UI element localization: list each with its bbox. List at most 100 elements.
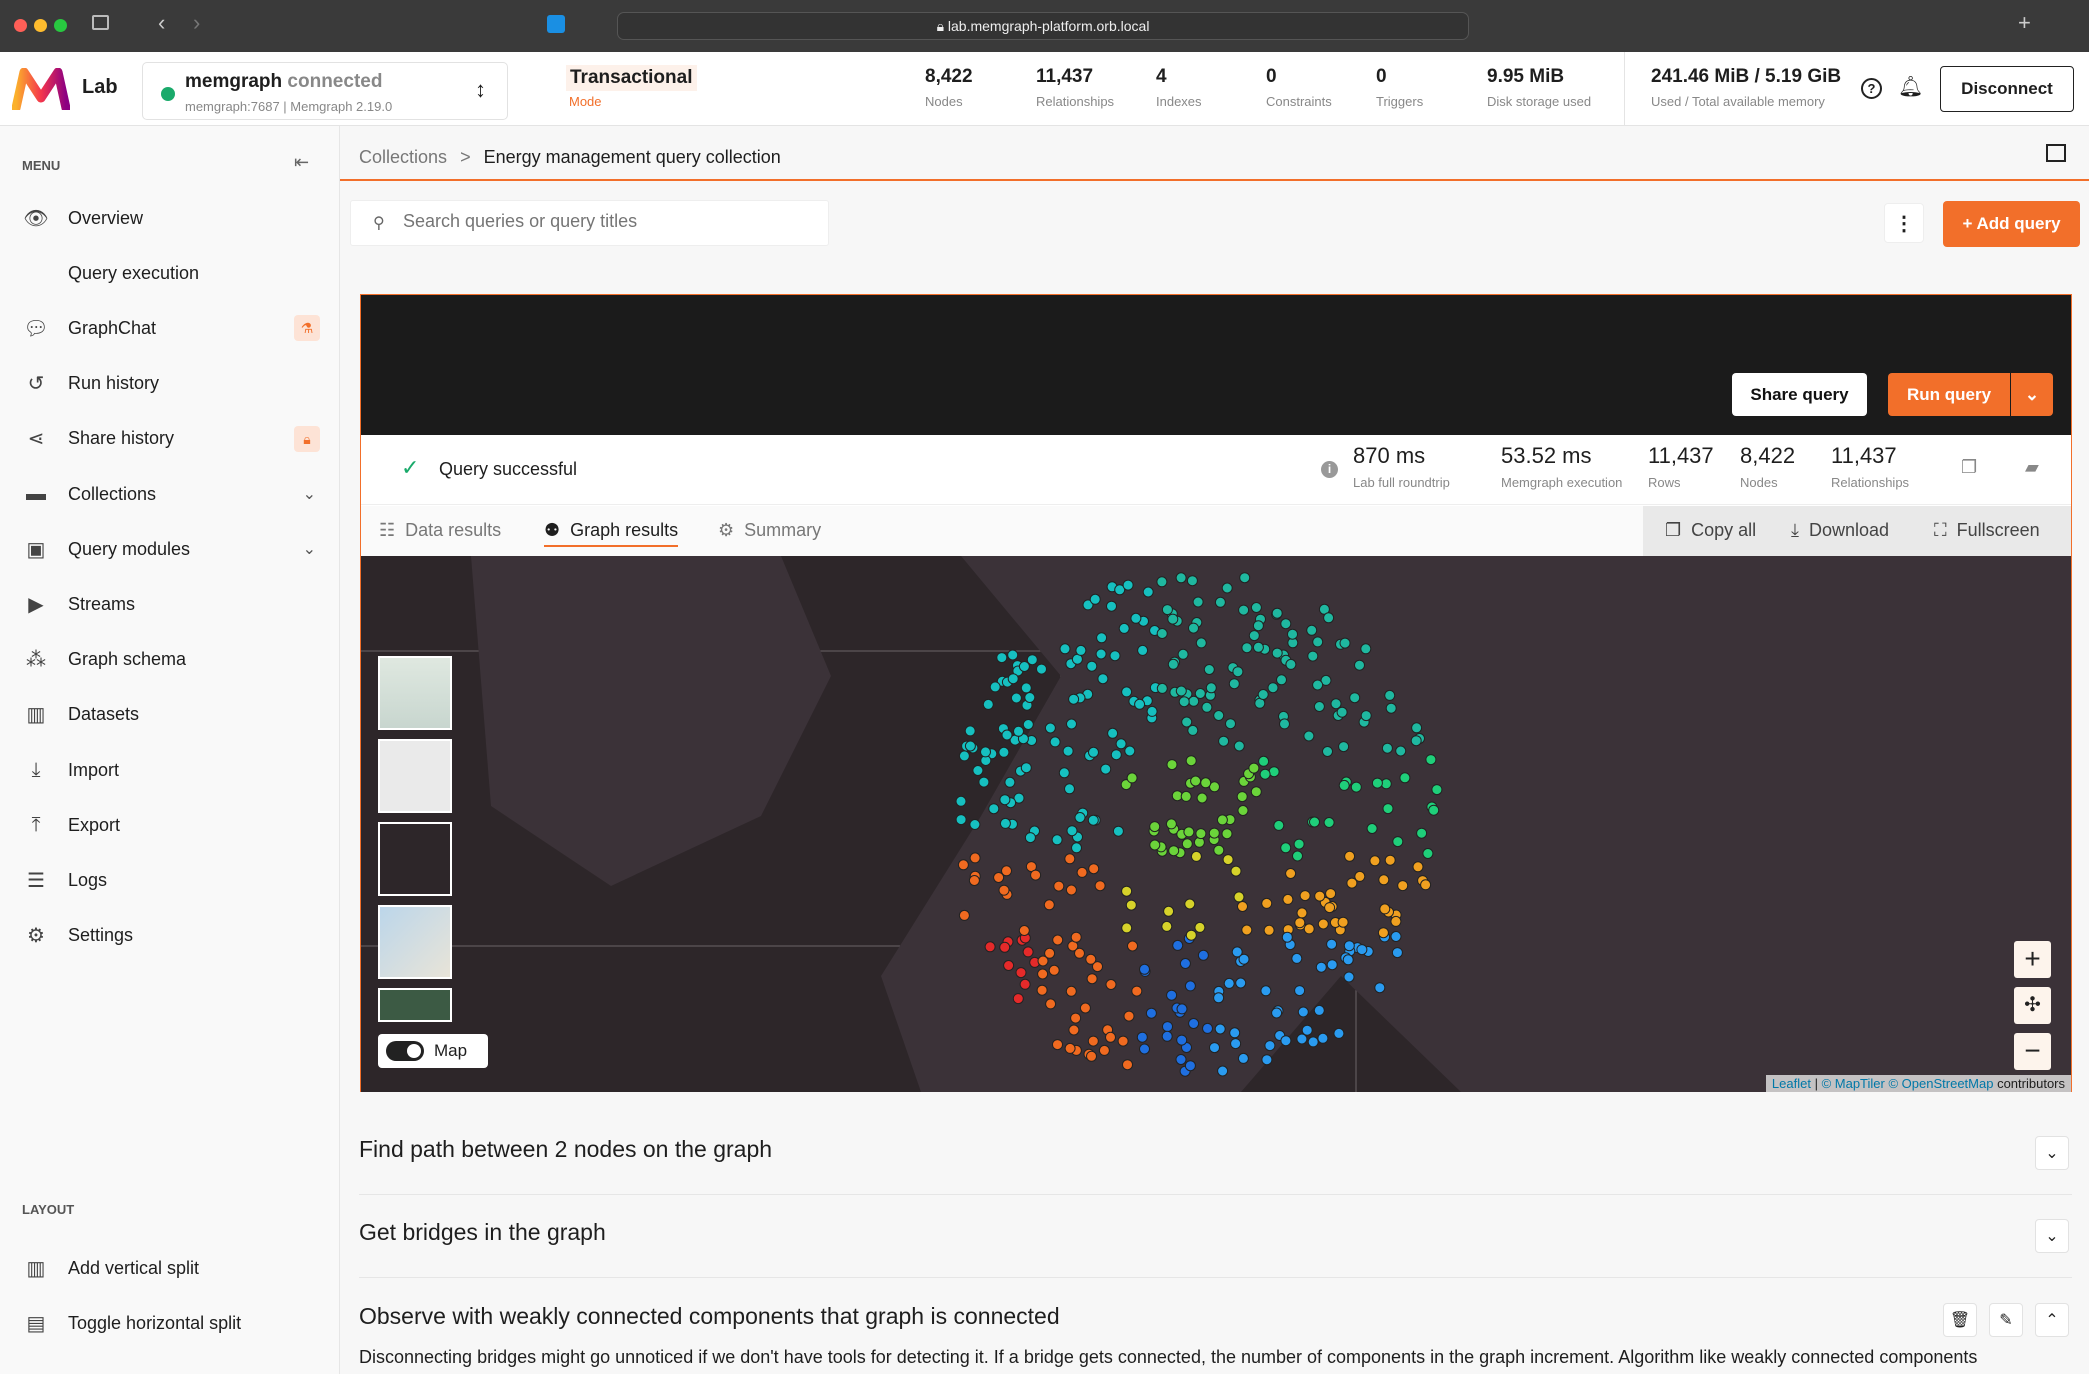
edit-icon[interactable]: ✎: [1989, 1303, 2023, 1337]
graph-map-canvas[interactable]: [361, 556, 2071, 1092]
graph-node[interactable]: [1221, 828, 1233, 840]
graph-node[interactable]: [1192, 596, 1204, 608]
graph-node[interactable]: [1307, 650, 1319, 662]
graph-node[interactable]: [1315, 961, 1327, 973]
graph-node[interactable]: [1098, 1044, 1110, 1056]
graph-node[interactable]: [1161, 920, 1173, 932]
maptiler-link[interactable]: © MapTiler: [1822, 1076, 1885, 1091]
expand-chevron-icon[interactable]: ⌄: [2035, 1136, 2069, 1170]
forward-icon[interactable]: ›: [193, 10, 200, 36]
map-toggle[interactable]: Map: [378, 1034, 488, 1068]
graph-node[interactable]: [1237, 901, 1248, 912]
breadcrumb-collections[interactable]: Collections: [359, 147, 447, 167]
graph-node[interactable]: [1209, 1042, 1220, 1054]
graph-node[interactable]: [1252, 620, 1264, 632]
graph-node[interactable]: [1156, 682, 1168, 694]
graph-node[interactable]: [1188, 1018, 1200, 1029]
graph-node[interactable]: [1323, 817, 1335, 828]
graph-node[interactable]: [1292, 850, 1303, 862]
graph-node[interactable]: [1142, 586, 1154, 598]
graph-node[interactable]: [1007, 649, 1019, 661]
graph-node[interactable]: [1301, 1024, 1313, 1036]
copy-all-button[interactable]: ❐ Copy all: [1665, 520, 1756, 541]
graph-node[interactable]: [1184, 898, 1196, 910]
graph-node[interactable]: [1131, 985, 1143, 997]
graph-node[interactable]: [1261, 1054, 1273, 1066]
graph-node[interactable]: [1390, 915, 1402, 927]
graph-node[interactable]: [1205, 682, 1217, 694]
graph-node[interactable]: [969, 852, 981, 864]
graph-node[interactable]: [1264, 1040, 1276, 1052]
graph-node[interactable]: [972, 765, 984, 776]
graph-node[interactable]: [1180, 790, 1192, 802]
graph-node[interactable]: [1324, 902, 1336, 914]
back-icon[interactable]: ‹: [158, 10, 165, 36]
sidebar-item-run-history[interactable]: ↺ Run history: [0, 361, 340, 407]
graph-node[interactable]: [998, 884, 1010, 896]
graph-node[interactable]: [964, 740, 976, 752]
graph-node[interactable]: [1371, 777, 1383, 789]
chevron-down-icon[interactable]: ⌄: [303, 539, 316, 559]
fullscreen-button[interactable]: ⛶ Fullscreen: [1934, 520, 2040, 541]
graph-node[interactable]: [1271, 647, 1283, 659]
graph-node[interactable]: [1036, 663, 1047, 675]
graph-node[interactable]: [1233, 740, 1245, 752]
graph-node[interactable]: [1297, 1006, 1309, 1018]
run-options-chevron-icon[interactable]: ⌄: [2011, 373, 2053, 416]
graph-node[interactable]: [1232, 666, 1244, 678]
graph-node[interactable]: [1112, 825, 1124, 837]
graph-node[interactable]: [964, 725, 976, 737]
graph-node[interactable]: [1230, 1038, 1242, 1050]
graph-node[interactable]: [1026, 654, 1038, 666]
graph-node[interactable]: [1201, 701, 1213, 713]
graph-node[interactable]: [1250, 786, 1262, 798]
graph-node[interactable]: [1410, 735, 1422, 747]
graph-node[interactable]: [1097, 673, 1109, 685]
tab-data-results[interactable]: ☷ Data results: [379, 520, 501, 541]
graph-node[interactable]: [1202, 1022, 1213, 1034]
map-style-thumb-dark[interactable]: [378, 822, 452, 896]
sidebar-item-overview[interactable]: 👁︎ Overview: [0, 195, 340, 241]
graph-node[interactable]: [1235, 977, 1247, 989]
graph-node[interactable]: [1238, 604, 1250, 616]
graph-node[interactable]: [1303, 923, 1315, 935]
graph-node[interactable]: [1356, 944, 1368, 956]
graph-node[interactable]: [1338, 741, 1350, 753]
extension-icon[interactable]: [547, 15, 565, 33]
graph-node[interactable]: [1018, 925, 1030, 936]
graph-node[interactable]: [1422, 848, 1434, 859]
graph-node[interactable]: [1339, 637, 1351, 649]
graph-node[interactable]: [1326, 938, 1338, 950]
graph-node[interactable]: [998, 746, 1010, 758]
graph-node[interactable]: [1296, 1033, 1308, 1045]
graph-node[interactable]: [1317, 918, 1329, 930]
graph-node[interactable]: [1238, 953, 1250, 965]
graph-node[interactable]: [1185, 755, 1197, 767]
graph-node[interactable]: [1369, 855, 1381, 867]
graph-node[interactable]: [1197, 949, 1209, 961]
graph-node[interactable]: [1384, 689, 1396, 701]
graph-node[interactable]: [1354, 659, 1365, 671]
graph-node[interactable]: [1333, 1027, 1345, 1039]
graph-node[interactable]: [1059, 643, 1071, 655]
graph-node[interactable]: [1024, 692, 1036, 703]
graph-node[interactable]: [1075, 644, 1087, 656]
graph-node[interactable]: [1294, 917, 1306, 929]
graph-node[interactable]: [1377, 927, 1389, 939]
graph-node[interactable]: [1312, 679, 1324, 691]
graph-node[interactable]: [1268, 766, 1280, 778]
graph-node[interactable]: [1015, 967, 1027, 979]
graph-node[interactable]: [1001, 729, 1013, 741]
graph-node[interactable]: [1136, 1031, 1148, 1043]
query-editor[interactable]: Share query Run query ⌄: [361, 295, 2071, 435]
graph-node[interactable]: [1161, 604, 1173, 616]
copy-icon[interactable]: ❐: [1961, 457, 1977, 478]
graph-node[interactable]: [1229, 1027, 1241, 1039]
graph-node[interactable]: [1379, 903, 1391, 915]
graph-node[interactable]: [1395, 745, 1407, 757]
graph-node[interactable]: [1037, 968, 1049, 980]
graph-node[interactable]: [1239, 572, 1251, 584]
graph-node[interactable]: [1208, 827, 1220, 839]
graph-node[interactable]: [982, 698, 994, 710]
graph-node[interactable]: [1271, 607, 1283, 619]
